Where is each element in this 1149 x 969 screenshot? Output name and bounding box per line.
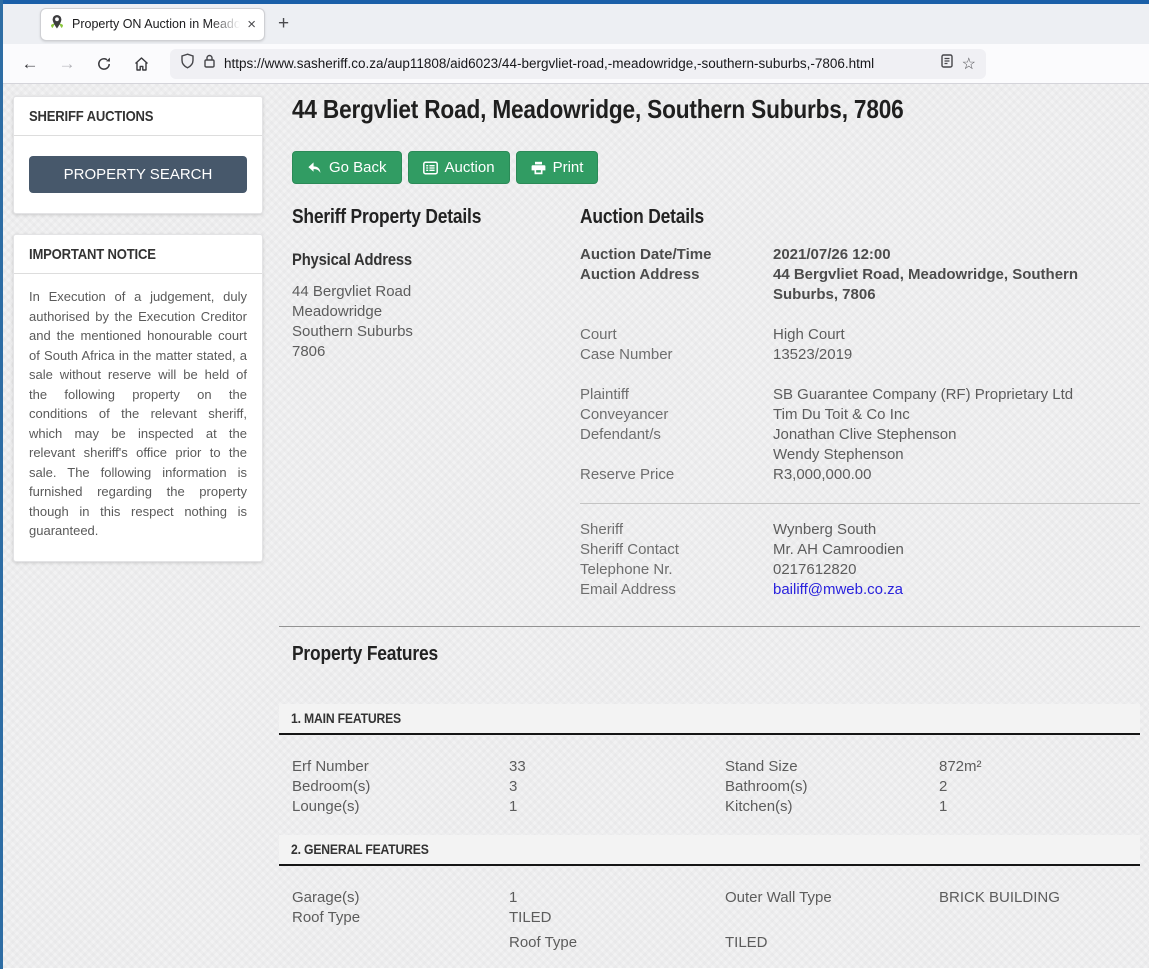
forward-icon[interactable]: → [52,54,82,74]
feature-label: Garage(s) [292,888,509,908]
detail-row: Sheriff Wynberg South [580,520,1140,540]
feature-label: Bedroom(s) [292,777,509,797]
sheriff-property-details: Sheriff Property Details Physical Addres… [279,206,580,600]
detail-row: Email Address bailiff@mweb.co.za [580,580,1140,600]
site-favicon-pin-icon [49,14,65,35]
page-title: 44 Bergvliet Road, Meadowridge, Southern… [292,94,1140,125]
sheriff-email-link[interactable]: bailiff@mweb.co.za [773,581,903,598]
auction-highlight-group: Auction Date/Time 2021/07/26 12:00 Aucti… [580,245,1140,305]
property-features-heading: Property Features [292,643,1140,666]
feature-value: 3 [509,777,725,797]
back-icon[interactable]: ← [15,54,45,74]
section-divider [279,626,1140,627]
general-features-grid: Garage(s) 1 Outer Wall Type BRICK BUILDI… [279,888,1140,953]
general-features-bar: 2. GENERAL FEATURES [279,835,1140,866]
tracking-shield-icon[interactable] [180,53,195,74]
feature-value [939,933,1140,953]
new-tab-button[interactable]: + [278,13,289,35]
detail-row: Wendy Stephenson [580,445,1140,465]
feature-label [292,933,509,953]
auction-button[interactable]: Auction [408,151,510,184]
feature-value: TILED [509,908,725,928]
feature-label: Roof Type [292,908,509,928]
feature-value [939,908,1140,928]
reload-icon[interactable] [89,54,119,74]
sheriff-auctions-heading: SHERIFF AUCTIONS [14,97,262,136]
detail-row: Sheriff Contact Mr. AH Camroodien [580,540,1140,560]
main-features-grid: Erf Number 33 Stand Size 872m² Bedroom(s… [279,757,1140,817]
address-line: Meadowridge [292,302,580,322]
home-icon[interactable] [126,54,156,74]
auction-details-heading: Auction Details [580,206,1140,229]
feature-value: 1 [939,797,1140,817]
address-line: 7806 [292,342,580,362]
important-notice-heading: IMPORTANT NOTICE [14,235,262,274]
print-button[interactable]: Print [516,151,599,184]
go-back-button[interactable]: Go Back [292,151,402,184]
reader-view-icon[interactable] [940,53,954,74]
feature-label: Kitchen(s) [725,797,939,817]
feature-value: 33 [509,757,725,777]
feature-label [725,908,939,928]
detail-row: Telephone Nr. 0217612820 [580,560,1140,580]
list-icon [423,161,438,175]
feature-label: Erf Number [292,757,509,777]
details-section: Sheriff Property Details Physical Addres… [279,206,1140,600]
tab-close-icon[interactable]: × [247,17,256,32]
detail-row: Plaintiff SB Guarantee Company (RF) Prop… [580,385,1140,405]
padlock-icon[interactable] [203,53,216,74]
important-notice-card: IMPORTANT NOTICE In Execution of a judge… [13,234,263,562]
feature-value: TILED [725,933,939,953]
tab-title: Property ON Auction in Meado [72,17,240,31]
detail-row: Defendant/s Jonathan Clive Stephenson [580,425,1140,445]
feature-label: Lounge(s) [292,797,509,817]
detail-row: Auction Address 44 Bergvliet Road, Meado… [580,265,1140,305]
browser-tab[interactable]: Property ON Auction in Meado × [40,8,265,41]
reply-arrow-icon [307,161,322,175]
detail-row: Auction Date/Time 2021/07/26 12:00 [580,245,1140,265]
printer-icon [531,161,546,175]
sidebar: SHERIFF AUCTIONS PROPERTY SEARCH IMPORTA… [13,96,263,582]
navigation-toolbar: ← → https://www.sasheriff.co.za/aup11808… [3,44,1149,84]
sheriff-auctions-card: SHERIFF AUCTIONS PROPERTY SEARCH [13,96,263,214]
court-group: Court High Court Case Number 13523/2019 [580,325,1140,365]
property-details-heading: Sheriff Property Details [292,206,580,229]
url-bar[interactable]: https://www.sasheriff.co.za/aup11808/aid… [170,49,986,79]
feature-value: 872m² [939,757,1140,777]
action-button-row: Go Back Auction Print [292,151,1140,184]
address-line: 44 Bergvliet Road [292,282,580,302]
property-search-button[interactable]: PROPERTY SEARCH [29,156,247,193]
main-content: 44 Bergvliet Road, Meadowridge, Southern… [279,84,1140,953]
feature-label: Stand Size [725,757,939,777]
feature-value: 1 [509,797,725,817]
important-notice-text: In Execution of a judgement, duly author… [14,274,262,561]
feature-value: 1 [509,888,725,908]
parties-group: Plaintiff SB Guarantee Company (RF) Prop… [580,385,1140,485]
address-line: Southern Suburbs [292,322,580,342]
feature-label: Roof Type [509,933,725,953]
page-content: SHERIFF AUCTIONS PROPERTY SEARCH IMPORTA… [3,84,1149,968]
auction-divider [580,503,1140,504]
physical-address-heading: Physical Address [292,250,580,270]
detail-row: Reserve Price R3,000,000.00 [580,465,1140,485]
url-text[interactable]: https://www.sasheriff.co.za/aup11808/aid… [224,56,932,71]
feature-value: BRICK BUILDING [939,888,1140,908]
main-features-bar: 1. MAIN FEATURES [279,704,1140,735]
feature-label: Bathroom(s) [725,777,939,797]
sheriff-group: Sheriff Wynberg South Sheriff Contact Mr… [580,520,1140,600]
browser-window: Property ON Auction in Meado × + ← → htt… [0,0,1149,969]
detail-row: Court High Court [580,325,1140,345]
bookmark-star-icon[interactable]: ☆ [962,54,976,74]
tab-strip: Property ON Auction in Meado × + [3,4,1149,44]
auction-details: Auction Details Auction Date/Time 2021/0… [580,206,1140,600]
detail-row: Case Number 13523/2019 [580,345,1140,365]
detail-row: Conveyancer Tim Du Toit & Co Inc [580,405,1140,425]
feature-value: 2 [939,777,1140,797]
physical-address: 44 Bergvliet Road Meadowridge Southern S… [292,282,580,362]
feature-label: Outer Wall Type [725,888,939,908]
